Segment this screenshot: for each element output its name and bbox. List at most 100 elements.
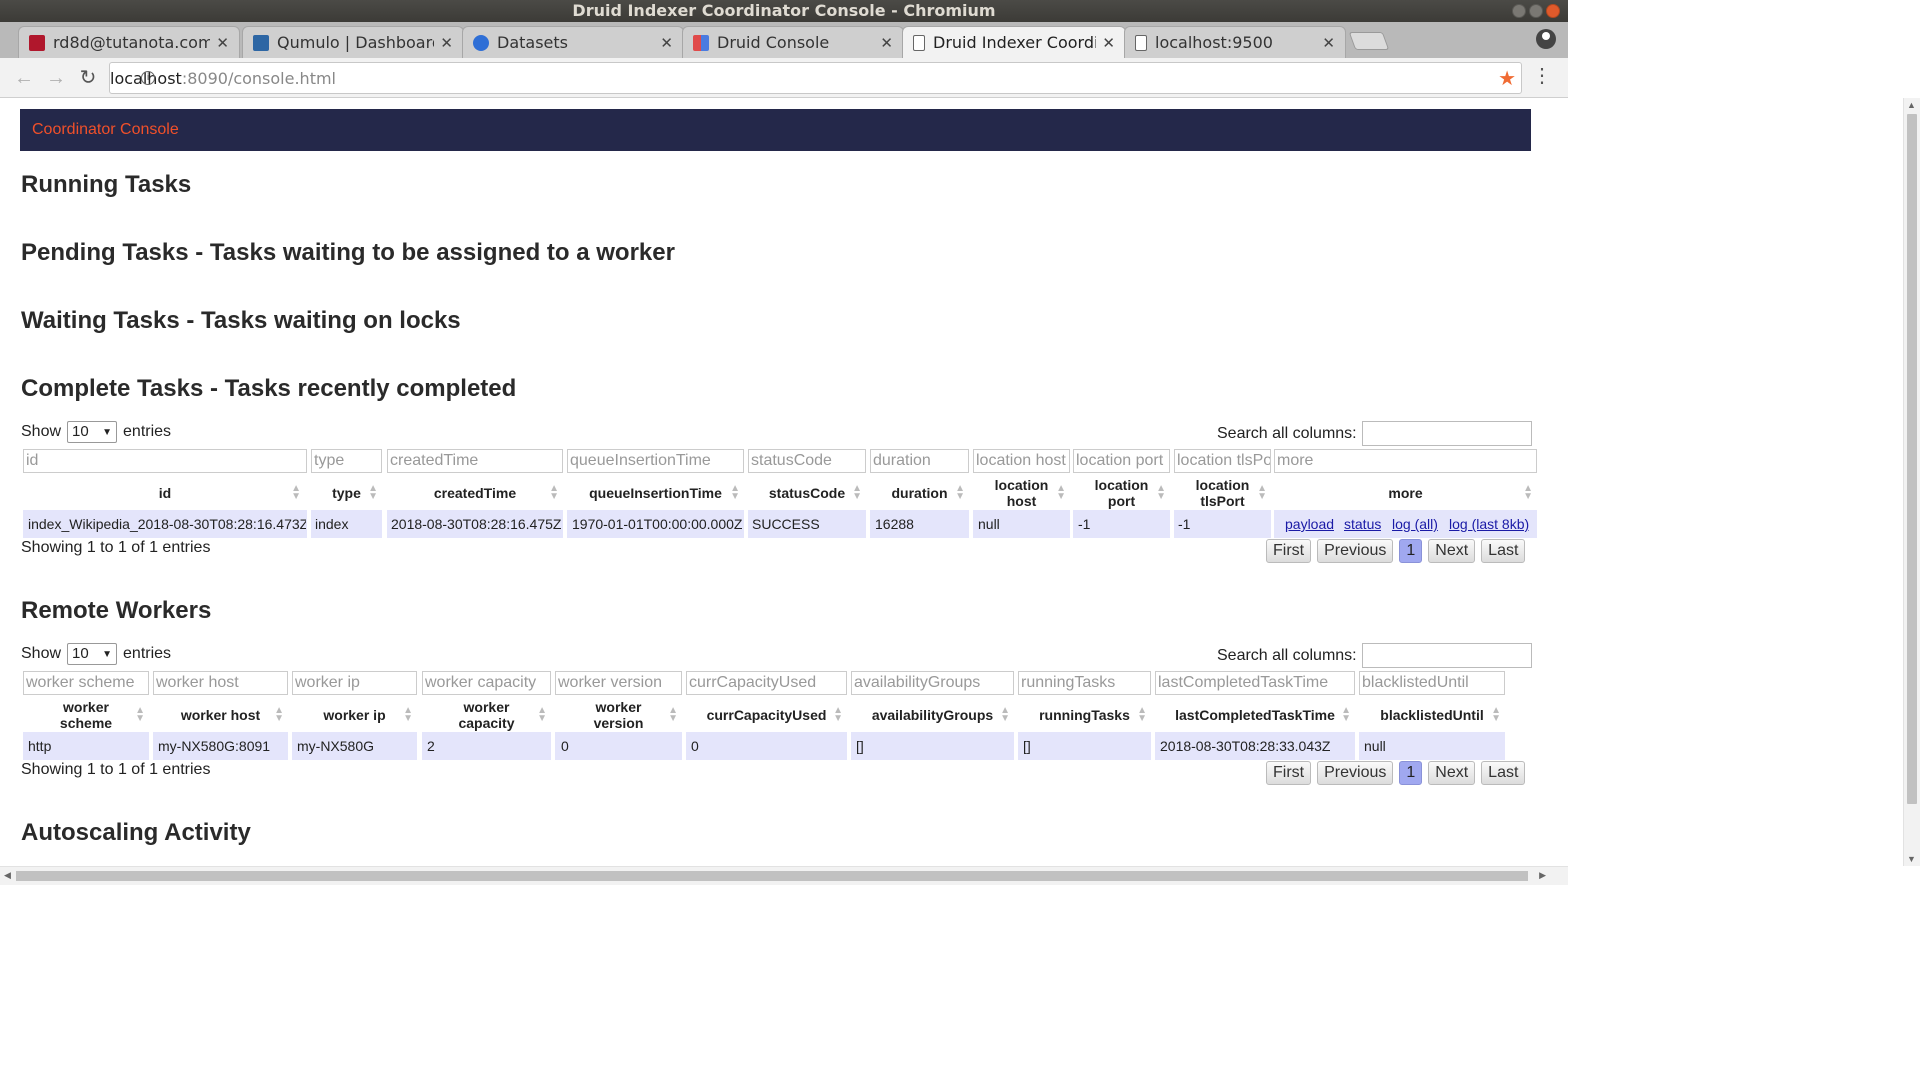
- column-header-worker-scheme[interactable]: worker scheme ▲ ▼: [23, 698, 149, 732]
- log-last-8kb-link[interactable]: log (last 8kb): [1449, 510, 1529, 538]
- close-icon[interactable]: ✕: [880, 34, 893, 52]
- close-icon[interactable]: ✕: [440, 34, 453, 52]
- scroll-left-icon[interactable]: ◀: [4, 870, 11, 881]
- filter-type-input[interactable]: type: [311, 449, 382, 473]
- filter-worker-host-input[interactable]: worker host: [153, 671, 288, 695]
- column-header-duration[interactable]: duration ▲ ▼: [870, 476, 969, 510]
- column-header-createdtime[interactable]: createdTime ▲ ▼: [387, 476, 563, 510]
- first-page-button[interactable]: First: [1266, 539, 1312, 563]
- heading-running-tasks: Running Tasks: [21, 171, 192, 198]
- filter-duration-input[interactable]: duration: [870, 449, 969, 473]
- filter-worker-ip-input[interactable]: worker ip: [292, 671, 417, 695]
- filter-more-input[interactable]: more: [1274, 449, 1537, 473]
- close-icon[interactable]: ✕: [216, 34, 229, 52]
- profile-icon[interactable]: [1536, 29, 1556, 49]
- next-page-button[interactable]: Next: [1428, 761, 1476, 785]
- column-header-location-host[interactable]: location host ▲ ▼: [973, 476, 1070, 510]
- filter-runningtasks-input[interactable]: runningTasks: [1018, 671, 1151, 695]
- filter-blacklisteduntil-input[interactable]: blacklistedUntil: [1359, 671, 1505, 695]
- filter-worker-scheme-input[interactable]: worker scheme: [23, 671, 149, 695]
- cell-currcapacityused: 0: [691, 738, 699, 754]
- filter-worker-capacity-input[interactable]: worker capacity: [422, 671, 551, 695]
- tab-strip: rd8d@tutanota.com ✕ Qumulo | Dashboard ✕…: [0, 22, 1568, 58]
- column-header-id[interactable]: id ▲ ▼: [23, 476, 307, 510]
- horizontal-scrollbar[interactable]: ◀ ▶: [0, 866, 1568, 885]
- first-page-button[interactable]: First: [1266, 761, 1312, 785]
- column-header-worker-version[interactable]: worker version ▲ ▼: [555, 698, 682, 732]
- forward-arrow-icon[interactable]: →: [44, 66, 68, 90]
- sort-icon: ▲ ▼: [1257, 483, 1267, 502]
- new-tab-button[interactable]: [1348, 32, 1390, 50]
- close-icon[interactable]: ✕: [1322, 34, 1335, 52]
- column-header-more[interactable]: more ▲ ▼: [1274, 476, 1537, 510]
- column-header-lastcompletedtasktime[interactable]: lastCompletedTaskTime ▲ ▼: [1155, 698, 1355, 732]
- column-header-worker-capacity[interactable]: worker capacity ▲ ▼: [422, 698, 551, 732]
- scroll-up-icon[interactable]: ▲: [1907, 100, 1916, 110]
- filter-location-tlsport-input[interactable]: location tlsPort: [1174, 449, 1271, 473]
- column-header-availabilitygroups[interactable]: availabilityGroups ▲ ▼: [851, 698, 1014, 732]
- tab-localhost-9500[interactable]: localhost:9500 ✕: [1124, 26, 1346, 58]
- filter-location-host-input[interactable]: location host: [973, 449, 1070, 473]
- previous-page-button[interactable]: Previous: [1317, 761, 1394, 785]
- column-header-statuscode[interactable]: statusCode ▲ ▼: [748, 476, 866, 510]
- scrollbar-thumb[interactable]: [1907, 114, 1917, 804]
- filter-worker-version-input[interactable]: worker version: [555, 671, 682, 695]
- filter-lastcompletedtasktime-input[interactable]: lastCompletedTaskTime: [1155, 671, 1355, 695]
- filter-availabilitygroups-input[interactable]: availabilityGroups: [851, 671, 1014, 695]
- info-icon[interactable]: i: [141, 71, 155, 85]
- scroll-down-icon[interactable]: ▼: [1907, 854, 1916, 864]
- previous-page-button[interactable]: Previous: [1317, 539, 1394, 563]
- sort-icon: ▲ ▼: [368, 483, 378, 502]
- column-header-worker-ip[interactable]: worker ip ▲ ▼: [292, 698, 417, 732]
- entries-select[interactable]: 10: [67, 643, 118, 665]
- page-1-button[interactable]: 1: [1399, 539, 1423, 563]
- filter-id-input[interactable]: id: [23, 449, 307, 473]
- column-header-currcapacityused[interactable]: currCapacityUsed ▲ ▼: [686, 698, 847, 732]
- sort-icon: ▲ ▼: [1341, 705, 1351, 724]
- header-label: worker scheme: [59, 699, 113, 731]
- entries-select[interactable]: 10: [67, 421, 118, 443]
- bookmark-star-icon[interactable]: ★: [1498, 66, 1516, 91]
- tab-indexer-console[interactable]: Druid Indexer Coordinator Console ✕: [902, 26, 1126, 58]
- reload-icon[interactable]: ↻: [76, 66, 100, 90]
- column-header-type[interactable]: type ▲ ▼: [311, 476, 382, 510]
- last-page-button[interactable]: Last: [1481, 539, 1526, 563]
- tab-tutanota[interactable]: rd8d@tutanota.com ✕: [18, 26, 240, 58]
- payload-link[interactable]: payload: [1285, 510, 1334, 538]
- filter-statuscode-input[interactable]: statusCode: [748, 449, 866, 473]
- column-header-worker-host[interactable]: worker host ▲ ▼: [153, 698, 288, 732]
- search-input[interactable]: [1361, 643, 1532, 668]
- search-input[interactable]: [1361, 421, 1532, 446]
- column-header-runningtasks[interactable]: runningTasks ▲ ▼: [1018, 698, 1151, 732]
- window-controls: [1512, 4, 1560, 18]
- column-header-blacklisteduntil[interactable]: blacklistedUntil ▲ ▼: [1359, 698, 1505, 732]
- address-bar[interactable]: i localhost:8090/console.html: [109, 62, 1522, 94]
- vertical-scrollbar[interactable]: ▲ ▼: [1903, 98, 1920, 866]
- back-arrow-icon[interactable]: ←: [12, 66, 36, 90]
- column-header-queueinsertiontime[interactable]: queueInsertionTime ▲ ▼: [567, 476, 744, 510]
- tab-datasets[interactable]: Datasets ✕: [462, 26, 684, 58]
- scroll-right-icon[interactable]: ▶: [1539, 870, 1546, 881]
- cell-queueinsertiontime: 1970-01-01T00:00:00.000Z: [572, 516, 743, 532]
- page-1-button[interactable]: 1: [1399, 761, 1423, 785]
- maximize-button[interactable]: [1529, 4, 1543, 18]
- close-icon[interactable]: ✕: [1102, 34, 1115, 52]
- minimize-button[interactable]: [1512, 4, 1526, 18]
- tab-qumulo[interactable]: Qumulo | Dashboard ✕: [242, 26, 464, 58]
- filter-createdtime-input[interactable]: createdTime: [387, 449, 563, 473]
- column-header-location-tlsport[interactable]: location tlsPort ▲ ▼: [1174, 476, 1271, 510]
- menu-icon[interactable]: ⋮: [1532, 66, 1552, 86]
- filter-currcapacityused-input[interactable]: currCapacityUsed: [686, 671, 847, 695]
- header-label: worker version: [593, 699, 644, 731]
- log-all-link[interactable]: log (all): [1392, 510, 1438, 538]
- filter-location-port-input[interactable]: location port: [1073, 449, 1170, 473]
- scrollbar-thumb[interactable]: [16, 871, 1528, 881]
- last-page-button[interactable]: Last: [1481, 761, 1526, 785]
- status-link[interactable]: status: [1344, 510, 1381, 538]
- column-header-location-port[interactable]: location port ▲ ▼: [1073, 476, 1170, 510]
- close-icon[interactable]: ✕: [660, 34, 673, 52]
- filter-queueinsertiontime-input[interactable]: queueInsertionTime: [567, 449, 744, 473]
- tab-druid-console[interactable]: Druid Console ✕: [682, 26, 904, 58]
- next-page-button[interactable]: Next: [1428, 539, 1476, 563]
- close-window-button[interactable]: [1546, 4, 1560, 18]
